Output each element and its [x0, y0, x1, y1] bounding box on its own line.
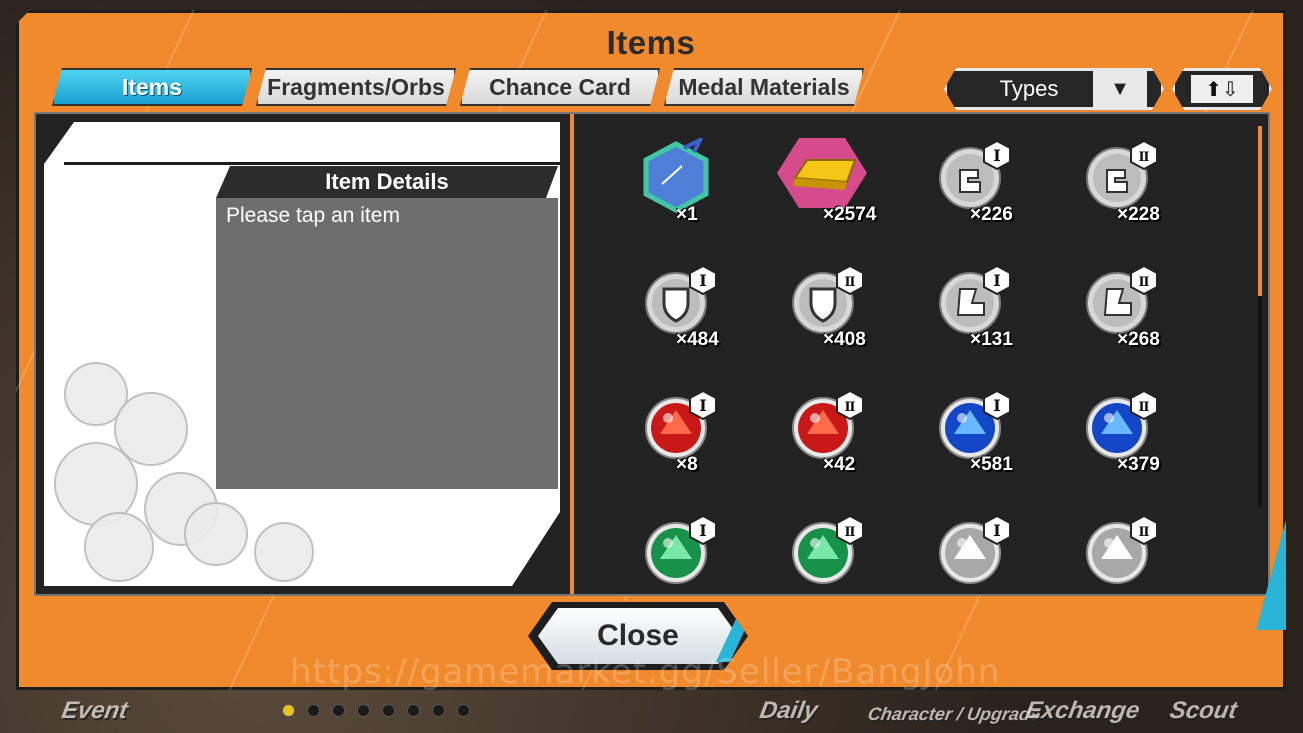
item-quantity: ×8 [676, 454, 698, 475]
item-quantity: ×581 [970, 454, 1013, 475]
item-grid-scrollbar[interactable] [1258, 126, 1262, 506]
rank-badge-icon: Ⅱ [1129, 390, 1158, 420]
tab-chance-card[interactable]: Chance Card [460, 68, 660, 106]
tab-bar: Items Fragments/Orbs Chance Card Medal M… [52, 68, 864, 106]
hud-scout-button[interactable]: Scout [1168, 697, 1239, 725]
content-area: Item Details Please tap an item ×1 ×2574 Ⅰ… [34, 112, 1270, 596]
coin-decoration [184, 502, 248, 566]
item-quantity: ×268 [1117, 329, 1160, 350]
item-slot[interactable]: Ⅰ ×484 [608, 253, 728, 363]
svg-text:Ⅱ: Ⅱ [1139, 275, 1150, 290]
item-quantity: ×1 [676, 204, 698, 225]
hud-daily-button[interactable]: Daily [758, 697, 820, 725]
svg-text:Ⅰ: Ⅰ [699, 396, 706, 415]
item-quantity: ×42 [823, 454, 856, 475]
items-dialog: Items Items Fragments/Orbs Chance Card M… [16, 10, 1286, 690]
item-slot[interactable]: Ⅱ ×408 [755, 253, 875, 363]
rank-badge-icon: Ⅱ [835, 390, 864, 420]
tab-items[interactable]: Items [52, 68, 252, 106]
item-slot[interactable]: Ⅱ ×42 [755, 378, 875, 488]
item-slot[interactable]: Ⅱ [1049, 503, 1169, 588]
page-dot [307, 704, 320, 717]
svg-text:Ⅱ: Ⅱ [845, 275, 856, 290]
svg-text:Ⅱ: Ⅱ [1139, 525, 1150, 540]
item-quantity: ×131 [970, 329, 1013, 350]
hud-character-upgrade-button[interactable]: Character / Upgrade [866, 704, 1042, 725]
item-slot[interactable]: Ⅰ ×131 [902, 253, 1022, 363]
item-grid: ×1 ×2574 Ⅰ ×226 Ⅱ ×228 Ⅰ ×484 Ⅱ ×408 Ⅰ ×131 Ⅱ ×268 Ⅰ ×8… [584, 122, 1244, 588]
sort-up-down-icon: ⬆⇩ [1191, 75, 1253, 103]
triangle-down-icon: ▼ [1093, 71, 1147, 107]
item-quantity: ×484 [676, 329, 719, 350]
item-details-header: Item Details [216, 166, 558, 198]
types-filter-dropdown[interactable]: Types ▼ [944, 68, 1164, 110]
page-dot [432, 704, 445, 717]
panel-divider [570, 114, 574, 594]
watermark: https://gamemarket.gg/Seller/BangJohn [290, 652, 1001, 692]
rank-badge-icon: Ⅱ [835, 515, 864, 545]
rank-badge-icon: Ⅱ [835, 265, 864, 295]
svg-text:Ⅰ: Ⅰ [993, 271, 1000, 290]
svg-text:Ⅰ: Ⅰ [993, 521, 1000, 540]
svg-text:Ⅰ: Ⅰ [699, 521, 706, 540]
item-slot[interactable]: Ⅱ ×379 [1049, 378, 1169, 488]
svg-text:Ⅱ: Ⅱ [1139, 150, 1150, 165]
rank-badge-icon: Ⅰ [982, 390, 1011, 420]
item-quantity: ×408 [823, 329, 866, 350]
tab-medal-materials[interactable]: Medal Materials [664, 68, 864, 106]
page-dot [457, 704, 470, 717]
item-slot[interactable]: Ⅰ ×8 [608, 378, 728, 488]
rank-badge-icon: Ⅱ [1129, 140, 1158, 170]
hud-event-button[interactable]: Event [60, 697, 130, 725]
rank-badge-icon: Ⅰ [982, 140, 1011, 170]
item-preview-panel: Item Details Please tap an item [44, 122, 560, 586]
svg-text:Ⅰ: Ⅰ [993, 146, 1000, 165]
sort-order-button[interactable]: ⬆⇩ [1172, 68, 1272, 110]
item-quantity: ×226 [970, 204, 1013, 225]
item-quantity: ×379 [1117, 454, 1160, 475]
page-dot [382, 704, 395, 717]
svg-text:Ⅰ: Ⅰ [993, 396, 1000, 415]
page-dot [282, 704, 295, 717]
page-dot [407, 704, 420, 717]
rank-badge-icon: Ⅰ [688, 515, 717, 545]
rank-badge-icon: Ⅱ [1129, 515, 1158, 545]
svg-text:Ⅱ: Ⅱ [845, 400, 856, 415]
rank-badge-icon: Ⅰ [688, 265, 717, 295]
item-details-body: Please tap an item [216, 198, 558, 489]
page-dot [332, 704, 345, 717]
svg-text:Ⅰ: Ⅰ [699, 271, 706, 290]
svg-text:Ⅱ: Ⅱ [1139, 400, 1150, 415]
item-slot[interactable]: Ⅱ [755, 503, 875, 588]
rank-badge-icon: Ⅱ [1129, 265, 1158, 295]
scrollbar-thumb[interactable] [1258, 126, 1262, 296]
item-slot[interactable]: Ⅰ ×226 [902, 128, 1022, 238]
coin-decoration [254, 522, 314, 582]
item-slot[interactable]: Ⅰ [902, 503, 1022, 588]
item-details-hint: Please tap an item [226, 204, 400, 227]
item-quantity: ×2574 [823, 204, 877, 225]
item-slot[interactable]: Ⅱ ×228 [1049, 128, 1169, 238]
divider-line [64, 162, 560, 165]
item-slot[interactable]: ×2574 [755, 128, 877, 238]
svg-text:Ⅱ: Ⅱ [845, 525, 856, 540]
item-slot[interactable]: Ⅰ ×581 [902, 378, 1022, 488]
page-dot [357, 704, 370, 717]
item-slot[interactable]: Ⅱ ×268 [1049, 253, 1169, 363]
rank-badge-icon: Ⅰ [982, 265, 1011, 295]
gold-bar-icon [777, 138, 867, 208]
item-quantity: ×228 [1117, 204, 1160, 225]
tab-fragments-orbs[interactable]: Fragments/Orbs [256, 68, 456, 106]
dialog-title: Items [606, 24, 696, 61]
rank-badge-icon: Ⅰ [982, 515, 1011, 545]
rank-badge-icon: Ⅰ [688, 390, 717, 420]
page-indicator [282, 704, 470, 717]
item-slot[interactable]: Ⅰ [608, 503, 728, 588]
item-slot[interactable]: ×1 [608, 128, 728, 238]
hud-exchange-button[interactable]: Exchange [1024, 697, 1142, 725]
coin-decoration [84, 512, 154, 582]
spirit-ribbon-hexagon-icon [636, 135, 709, 213]
